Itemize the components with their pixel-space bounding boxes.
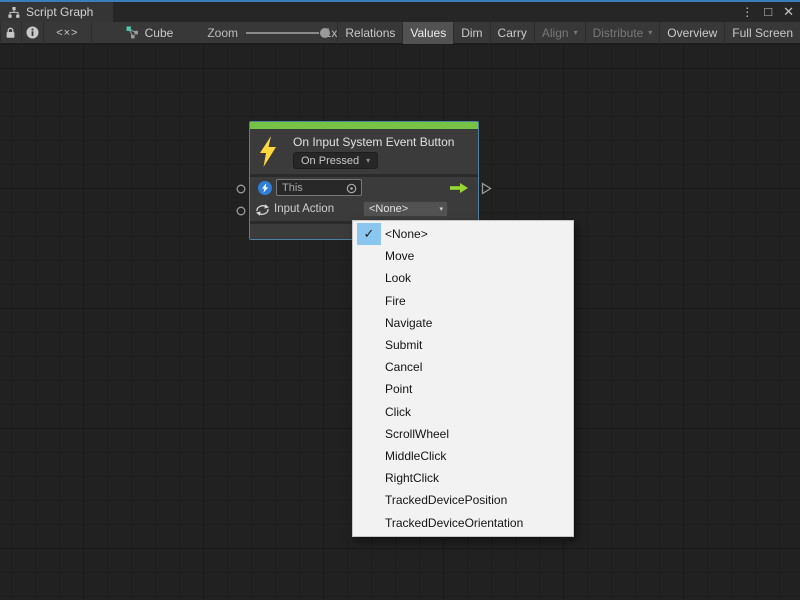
flow-output-port[interactable] <box>481 182 492 195</box>
kebab-menu-icon[interactable]: ⋮ <box>741 2 753 22</box>
lightning-bolt-icon <box>259 135 277 168</box>
toolbar-button-dim[interactable]: Dim <box>453 22 489 44</box>
toolbar-button-fullscreen[interactable]: Full Screen <box>724 22 800 44</box>
menu-item[interactable]: ScrollWheel <box>353 423 573 445</box>
menu-item[interactable]: RightClick <box>353 467 573 489</box>
lock-icon <box>5 27 16 39</box>
chevron-down-icon: ▾ <box>648 28 652 37</box>
close-icon[interactable]: ✕ <box>783 2 794 22</box>
this-input-port[interactable] <box>236 184 246 194</box>
lock-button[interactable] <box>0 22 22 44</box>
node-header[interactable]: On Input System Event Button On Pressed … <box>250 129 478 174</box>
hierarchy-icon <box>8 7 20 18</box>
menu-item[interactable]: Click <box>353 401 573 423</box>
window-controls: ⋮ □ ✕ <box>741 2 794 22</box>
graph-toolbar: <×> Cube Zoom 1x Relations Values <box>0 22 800 44</box>
graph-icon <box>126 26 139 39</box>
zoom-label: Zoom <box>207 26 238 40</box>
menu-item[interactable]: MiddleClick <box>353 445 573 467</box>
toolbar-toggle-group: Relations Values Dim Carry Align ▾ Distr… <box>337 22 800 44</box>
zoom-slider[interactable] <box>246 22 319 44</box>
toolbar-button-align[interactable]: Align ▾ <box>534 22 585 44</box>
chevron-down-icon: ▾ <box>574 28 578 37</box>
graph-breadcrumb-cube[interactable]: Cube <box>118 22 182 44</box>
event-target-icon <box>258 181 272 195</box>
maximize-icon[interactable]: □ <box>764 2 772 22</box>
info-button[interactable] <box>22 22 44 44</box>
this-row: This <box>250 177 478 199</box>
node-accent-bar <box>250 122 478 129</box>
input-action-port[interactable] <box>236 206 246 216</box>
toolbar-button-distribute[interactable]: Distribute ▾ <box>585 22 660 44</box>
chevron-down-icon: ▾ <box>439 205 443 215</box>
info-icon <box>26 26 39 39</box>
menu-item[interactable]: Cancel <box>353 356 573 378</box>
input-action-dropdown[interactable]: <None> ▾ <box>363 201 448 217</box>
object-picker-icon[interactable] <box>346 183 357 194</box>
zoom-slider-handle[interactable] <box>320 28 330 38</box>
node-title: On Input System Event Button <box>293 135 454 149</box>
input-action-menu: ✓ <None> Move Look Fire Navigate Submit … <box>352 220 574 537</box>
flow-arrow-icon <box>450 183 468 193</box>
menu-item[interactable]: Fire <box>353 290 573 312</box>
input-action-icon <box>255 203 270 217</box>
unity-script-graph-window: Script Graph ⋮ □ ✕ <×> <box>0 0 800 600</box>
chevron-down-icon: ▾ <box>366 156 370 165</box>
tab-title: Script Graph <box>26 5 93 19</box>
trigger-dropdown[interactable]: On Pressed ▾ <box>293 152 378 169</box>
menu-item[interactable]: Navigate <box>353 312 573 334</box>
tab-script-graph[interactable]: Script Graph <box>0 2 113 22</box>
this-object-field[interactable]: This <box>276 179 362 196</box>
check-icon: ✓ <box>357 223 381 245</box>
toolbar-button-values[interactable]: Values <box>402 22 453 44</box>
menu-item[interactable]: Submit <box>353 334 573 356</box>
menu-item[interactable]: Move <box>353 245 573 267</box>
code-view-button[interactable]: <×> <box>44 22 92 44</box>
menu-item[interactable]: ✓ <None> <box>353 223 573 245</box>
menu-item[interactable]: TrackedDeviceOrientation <box>353 511 573 533</box>
graph-canvas[interactable]: On Input System Event Button On Pressed … <box>0 44 800 600</box>
toolbar-button-carry[interactable]: Carry <box>490 22 534 44</box>
menu-item[interactable]: TrackedDevicePosition <box>353 489 573 511</box>
input-action-row: Input Action <None> ▾ <box>250 199 478 221</box>
code-icon: <×> <box>56 27 78 39</box>
toolbar-button-overview[interactable]: Overview <box>659 22 724 44</box>
tab-bar: Script Graph ⋮ □ ✕ <box>0 2 800 22</box>
menu-item[interactable]: Point <box>353 378 573 400</box>
graph-breadcrumb-label: Cube <box>145 26 174 40</box>
menu-item[interactable]: Look <box>353 267 573 289</box>
toolbar-button-relations[interactable]: Relations <box>337 22 402 44</box>
zoom-slider-track <box>246 32 319 34</box>
input-action-label: Input Action <box>274 203 334 215</box>
